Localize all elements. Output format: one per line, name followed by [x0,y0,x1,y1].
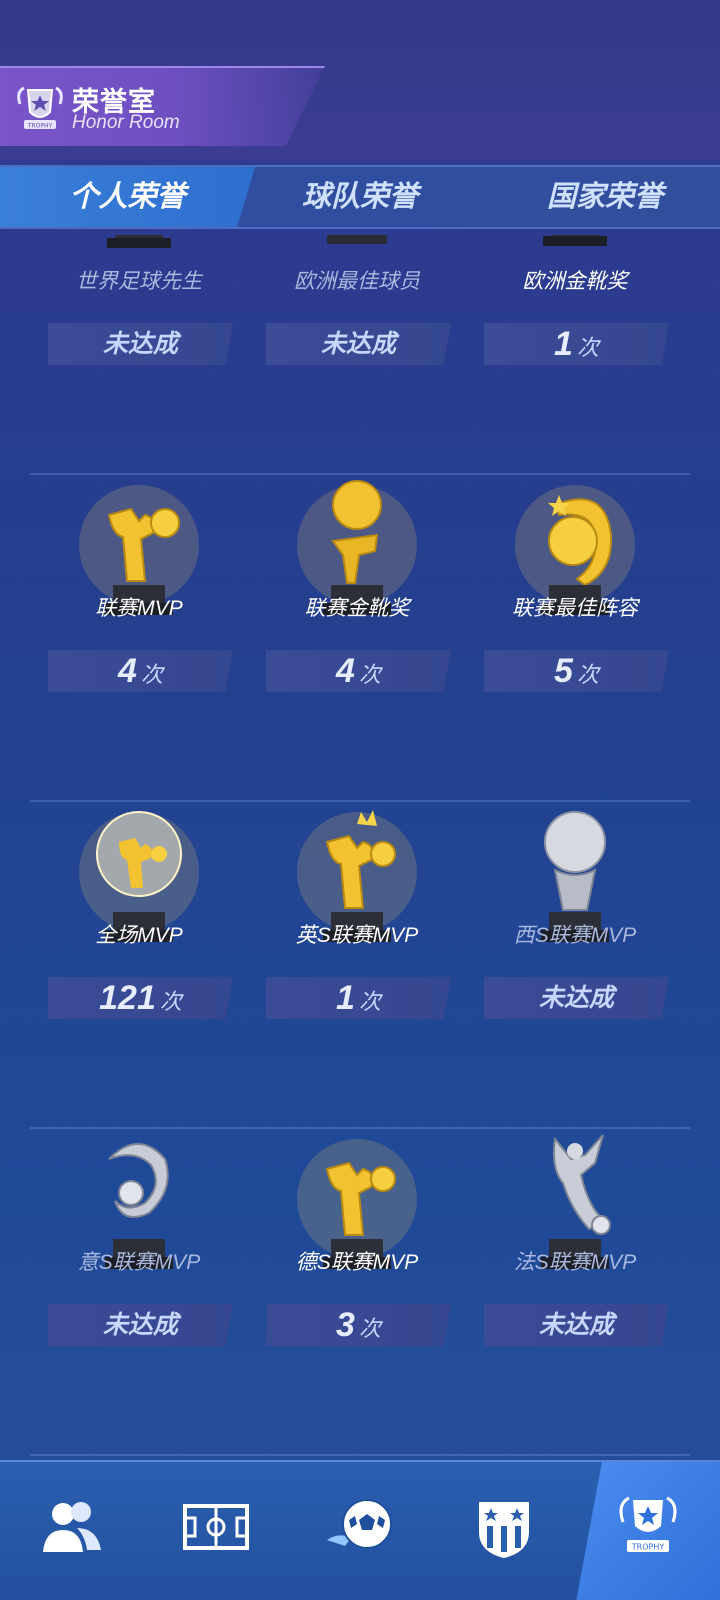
tab-bar: 个人荣誉 球队荣誉 国家荣誉 [0,165,720,229]
honor-count: 121 次 [48,977,233,1019]
nav-club[interactable] [432,1462,576,1600]
gold-crown-player-icon [297,810,417,942]
honor-name: 英S联赛MVP [295,924,419,947]
honor-name: 西S联赛MVP [513,924,637,947]
honor-card[interactable]: 联赛MVP 4次 [30,475,248,802]
honor-card[interactable]: 英S联赛MVP 1次 [248,802,466,1129]
honor-card[interactable]: 联赛金靴奖 4次 [248,475,466,802]
honor-count: 3次 [266,1304,451,1346]
silver-swirl-icon [105,1143,173,1269]
honor-name: 联赛MVP [95,597,183,620]
silver-ball-icon [541,811,609,942]
gold-player-icon [297,1139,417,1269]
honor-name: 世界足球先生 [76,270,202,293]
silver-figure-icon [541,1134,611,1269]
players-icon [43,1502,101,1552]
honor-card[interactable]: 意S联赛MVP 未达成 [30,1129,248,1456]
page-subtitle: Honor Room [72,112,180,133]
club-badge-icon [479,1502,529,1558]
honor-grid: 世界足球先生 未达成 欧洲最佳球员 未达成 欧洲金靴奖 1次 联赛MVP 4 次… [30,235,690,1460]
trophy-logo-icon: TROPHY [17,86,63,130]
honor-status: 未达成 [484,977,669,1019]
honor-status: 未达成 [48,323,233,365]
honor-status: 未达成 [48,1304,233,1346]
trophy-badge-icon: TROPHY [619,1496,677,1552]
honor-name: 联赛最佳阵容 [512,597,638,620]
honor-card[interactable]: 世界足球先生 未达成 [30,235,248,475]
honor-name: 意S联赛MVP [77,1251,201,1274]
tab-personal-honor[interactable]: 个人荣誉 [0,167,255,227]
gold-star-ball-icon [515,485,635,615]
honor-name: 全场MVP [95,924,183,947]
honor-card[interactable]: 欧洲最佳球员 未达成 [248,235,466,475]
honor-card[interactable]: 全场MVP 121 次 [30,802,248,1129]
honor-name: 联赛金靴奖 [304,597,410,620]
bottom-nav: TROPHY [0,1460,720,1600]
svg-text:TROPHY: TROPHY [631,1543,665,1552]
nav-match[interactable] [288,1462,432,1600]
honor-row: 联赛MVP 4次 联赛金靴奖 4次 联赛最佳阵容 5 次 [30,475,690,802]
tab-team-honor[interactable]: 球队荣誉 [245,167,475,227]
honor-count: 5次 [484,650,669,692]
gold-player-icon [79,485,199,615]
honor-status: 未达成 [266,323,451,365]
silver-cup-icon [107,235,171,248]
honor-status: 未达成 [484,1304,669,1346]
honor-count: 4次 [266,650,451,692]
gold-ball-boot-icon [297,480,417,615]
nav-players[interactable] [0,1462,144,1600]
honor-name: 欧洲金靴奖 [522,270,628,293]
honor-name: 欧洲最佳球员 [294,270,420,293]
honor-count: 1次 [266,977,451,1019]
honor-card[interactable]: 法S联赛MVP 未达成 [466,1129,684,1456]
pitch-icon [183,1504,249,1550]
golden-boot-icon [543,235,607,246]
nav-honor-room[interactable]: TROPHY [576,1462,720,1600]
honor-name: 德S联赛MVP [295,1251,419,1274]
honor-card[interactable]: 欧洲金靴奖 1次 [466,235,684,475]
honor-row: 世界足球先生 未达成 欧洲最佳球员 未达成 欧洲金靴奖 1次 [30,235,690,475]
soccer-ball-icon [327,1499,392,1549]
svg-text:TROPHY: TROPHY [27,123,53,130]
honor-row: 意S联赛MVP 未达成 德S联赛MVP 3次 法S联赛MVP 未达成 [30,1129,690,1456]
honor-count: 4次 [48,650,233,692]
tab-national-honor[interactable]: 国家荣誉 [490,167,720,227]
honor-card[interactable]: 联赛最佳阵容 5次 [466,475,684,802]
header: TROPHY 荣誉室 Honor Room [0,0,720,160]
title-plate: TROPHY 荣誉室 Honor Room [0,66,325,146]
crystal-ball-icon [79,811,199,942]
honor-card[interactable]: 西S联赛MVP 未达成 [466,802,684,1129]
honor-count: 1次 [484,323,669,365]
silver-cup-icon [327,235,387,244]
nav-pitch[interactable] [144,1462,288,1600]
honor-row: 全场MVP 121 次 英S联赛MVP 1次 西S联赛MVP 未达成 [30,802,690,1129]
honor-card[interactable]: 德S联赛MVP 3次 [248,1129,466,1456]
honor-name: 法S联赛MVP [513,1251,637,1274]
